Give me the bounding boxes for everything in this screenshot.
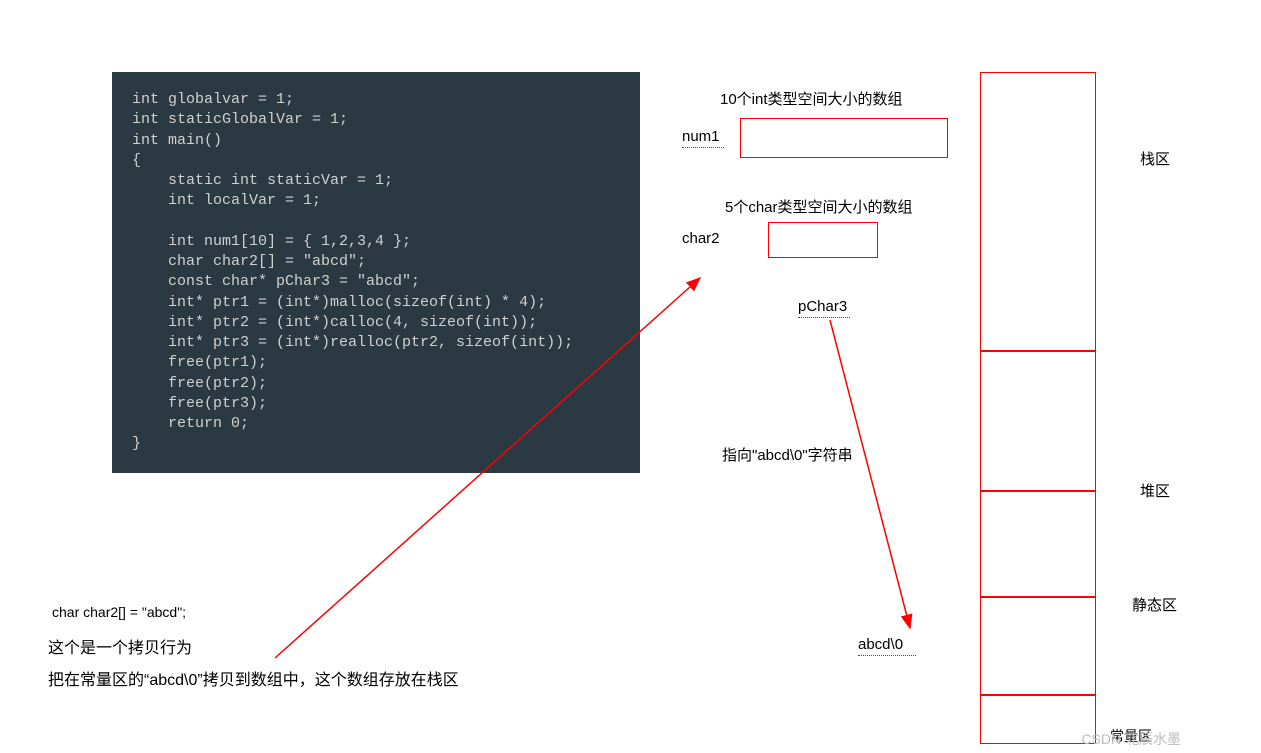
num1-box: [740, 118, 948, 158]
stack-label: 栈区: [1140, 148, 1170, 169]
char-array-label: 5个char类型空间大小的数组: [725, 196, 913, 217]
pchar3-label: pChar3: [798, 298, 847, 315]
char2-box: [768, 222, 878, 258]
int-array-label: 10个int类型空间大小的数组: [720, 88, 903, 109]
watermark: CSDN 北辰水墨: [1081, 729, 1181, 749]
arrow-pchar3-to-const: [830, 320, 910, 628]
num1-label: num1: [682, 128, 720, 145]
memory-divider-1: [980, 350, 1096, 352]
num1-underline: [682, 147, 724, 148]
points-to-label: 指向"abcd\0"字符串: [722, 444, 853, 465]
bottom-explain-2: 把在常量区的“abcd\0”拷贝到数组中，这个数组存放在栈区: [48, 666, 459, 690]
memory-divider-3: [980, 596, 1096, 598]
bottom-code-line: char char2[] = "abcd";: [52, 604, 186, 620]
code-block: int globalvar = 1; int staticGlobalVar =…: [112, 72, 640, 473]
memory-divider-4: [980, 694, 1096, 696]
memory-column-outer: [980, 72, 1096, 744]
pchar3-underline: [798, 317, 850, 318]
abcd0-underline: [858, 655, 916, 656]
memory-divider-2: [980, 490, 1096, 492]
heap-label: 堆区: [1140, 480, 1170, 501]
abcd0-label: abcd\0: [858, 636, 903, 653]
static-label: 静态区: [1132, 594, 1177, 615]
bottom-explain-1: 这个是一个拷贝行为: [48, 634, 192, 658]
char2-label: char2: [682, 230, 720, 247]
